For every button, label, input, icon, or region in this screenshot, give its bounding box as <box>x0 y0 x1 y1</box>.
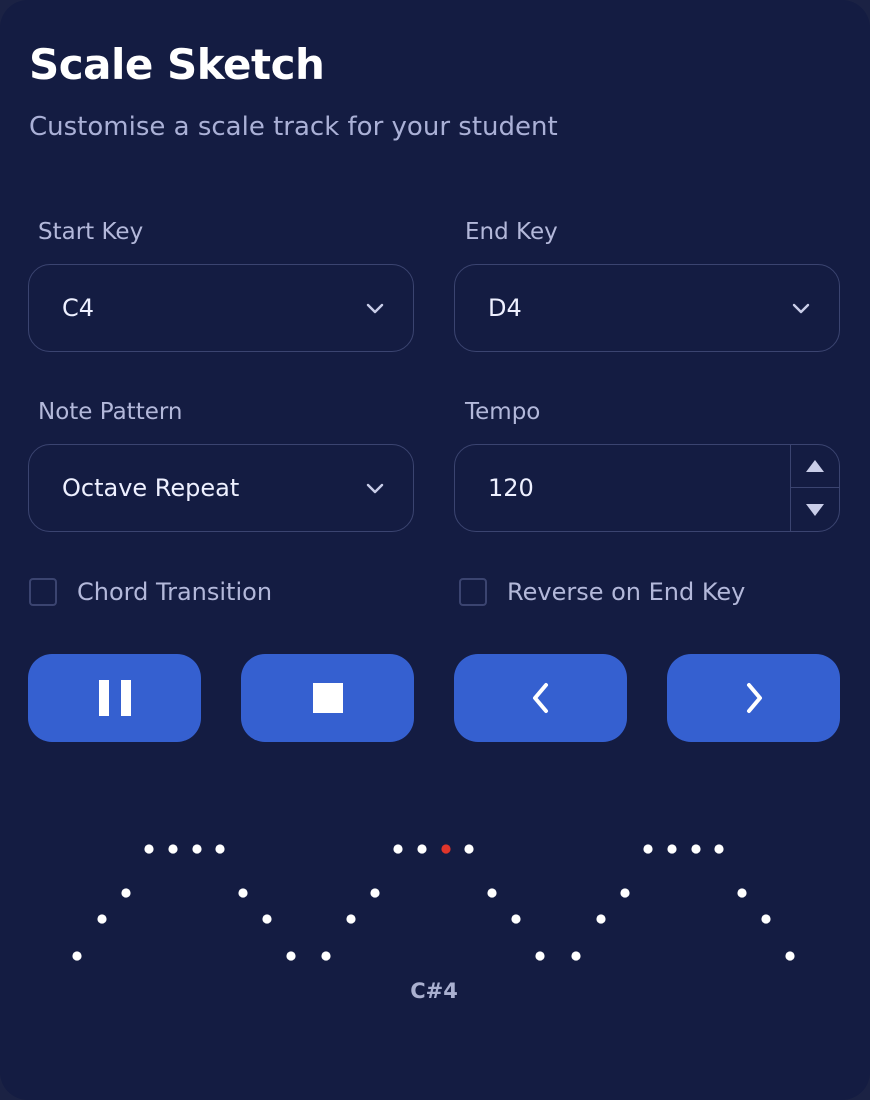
note-dot <box>417 844 427 854</box>
note-dot <box>321 951 331 961</box>
note-dot <box>620 888 630 898</box>
note-dot <box>168 844 178 854</box>
note-dot <box>393 844 403 854</box>
note-dot <box>144 844 154 854</box>
note-dot <box>262 914 272 924</box>
note-dot <box>346 914 356 924</box>
note-dot <box>192 844 202 854</box>
note-dot <box>97 914 107 924</box>
note-dot <box>714 844 724 854</box>
scale-visualizer <box>72 844 795 961</box>
note-dot <box>487 888 497 898</box>
current-note-label: C#4 <box>410 979 458 1003</box>
note-dot <box>761 914 771 924</box>
note-dot <box>667 844 677 854</box>
note-dot <box>72 951 82 961</box>
note-dot <box>737 888 747 898</box>
note-dot <box>535 951 545 961</box>
note-dot <box>121 888 131 898</box>
note-dot <box>511 914 521 924</box>
scale-sketch-panel: Scale Sketch Customise a scale track for… <box>0 0 870 1100</box>
note-dot <box>370 888 380 898</box>
note-dot <box>643 844 653 854</box>
note-dot <box>571 951 581 961</box>
note-dot <box>596 914 606 924</box>
note-dot <box>785 951 795 961</box>
active-note-dot <box>441 844 451 854</box>
note-dot <box>286 951 296 961</box>
note-dot <box>691 844 701 854</box>
note-dot <box>464 844 474 854</box>
note-dot <box>238 888 248 898</box>
note-dot <box>215 844 225 854</box>
